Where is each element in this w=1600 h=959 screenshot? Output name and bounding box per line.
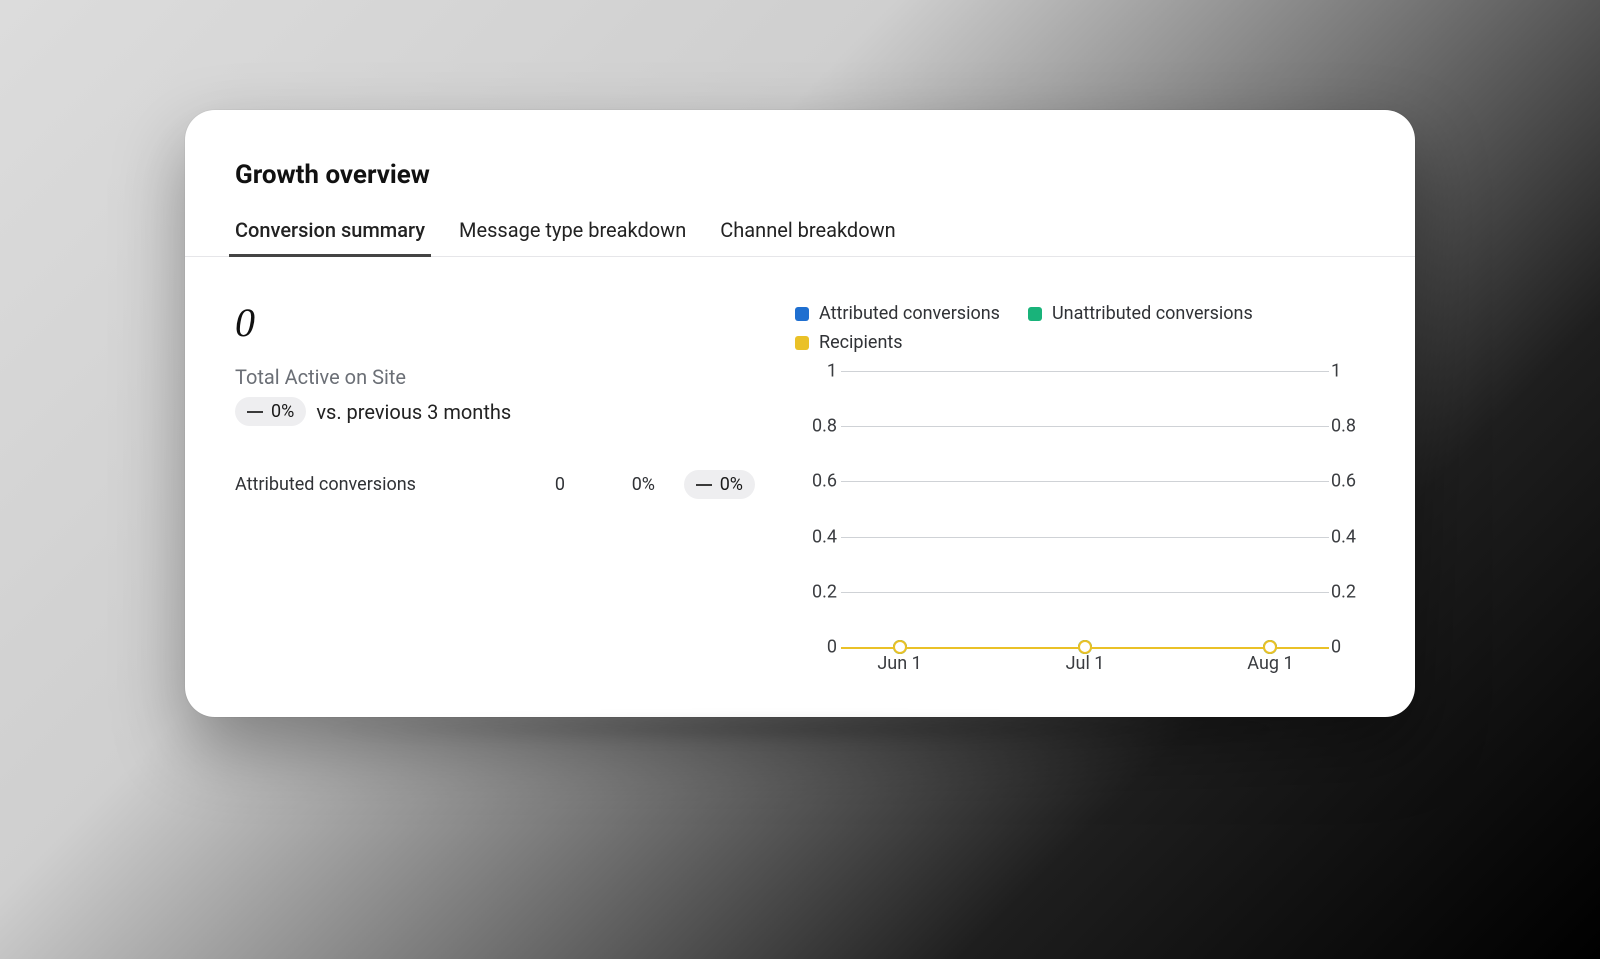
legend-swatch (795, 307, 809, 321)
neutral-dash-icon (247, 411, 263, 413)
y-tick-right: 0.4 (1331, 526, 1365, 547)
legend-label: Unattributed conversions (1052, 303, 1253, 324)
gridline (841, 426, 1329, 427)
tab-message-type-breakdown[interactable]: Message type breakdown (459, 210, 686, 256)
data-point (1263, 640, 1277, 654)
x-tick: Jun 1 (877, 653, 921, 674)
y-tick-left: 0.6 (803, 471, 837, 492)
tab-conversion-summary[interactable]: Conversion summary (235, 210, 425, 256)
gridline (841, 592, 1329, 593)
legend-item-recipients[interactable]: Recipients (795, 332, 903, 353)
gridline (841, 537, 1329, 538)
total-delta-pill: 0% (235, 397, 306, 426)
y-tick-right: 0.8 (1331, 416, 1365, 437)
y-tick-left: 0.8 (803, 416, 837, 437)
x-axis: Jun 1 Jul 1 Aug 1 (841, 653, 1329, 677)
metric-row-delta: 0% (720, 474, 743, 495)
plot-area (841, 371, 1329, 647)
y-tick-right: 1 (1331, 361, 1365, 382)
y-tick-right: 0.6 (1331, 471, 1365, 492)
y-tick-left: 0.4 (803, 526, 837, 547)
y-tick-left: 0 (803, 637, 837, 658)
legend-label: Attributed conversions (819, 303, 1000, 324)
page-title: Growth overview (235, 160, 1365, 190)
metric-row-value: 0 (485, 474, 565, 495)
metric-row-pct: 0% (565, 474, 655, 495)
tabs: Conversion summary Message type breakdow… (185, 210, 1415, 257)
content: 0 Total Active on Site 0% vs. previous 3… (235, 303, 1365, 687)
legend-label: Recipients (819, 332, 903, 353)
data-point (1078, 640, 1092, 654)
growth-overview-card: Growth overview Conversion summary Messa… (185, 110, 1415, 717)
y-tick-left: 0.2 (803, 581, 837, 602)
line-chart: Jun 1 Jul 1 Aug 1 0 0 0.2 0.2 0.4 0.4 0.6 0.6 0.8 0… (795, 367, 1365, 687)
data-point (893, 640, 907, 654)
total-delta-row: 0% vs. previous 3 months (235, 397, 755, 426)
chart-legend: Attributed conversions Unattributed conv… (795, 303, 1365, 353)
neutral-dash-icon (696, 484, 712, 486)
summary-panel: 0 Total Active on Site 0% vs. previous 3… (235, 303, 755, 687)
x-tick: Aug 1 (1247, 653, 1293, 674)
chart-panel: Attributed conversions Unattributed conv… (795, 303, 1365, 687)
total-label: Total Active on Site (235, 365, 755, 389)
metric-row-label: Attributed conversions (235, 474, 485, 495)
tab-channel-breakdown[interactable]: Channel breakdown (720, 210, 895, 256)
metric-row: Attributed conversions 0 0% 0% (235, 470, 755, 499)
legend-item-attributed[interactable]: Attributed conversions (795, 303, 1000, 324)
total-delta-value: 0% (271, 401, 294, 422)
compare-label: vs. previous 3 months (316, 400, 511, 424)
legend-swatch (795, 336, 809, 350)
gridline (841, 481, 1329, 482)
y-tick-right: 0.2 (1331, 581, 1365, 602)
metric-row-delta-pill: 0% (684, 470, 755, 499)
legend-swatch (1028, 307, 1042, 321)
total-value: 0 (235, 303, 755, 343)
y-tick-left: 1 (803, 361, 837, 382)
x-tick: Jul 1 (1066, 653, 1105, 674)
legend-item-unattributed[interactable]: Unattributed conversions (1028, 303, 1253, 324)
y-tick-right: 0 (1331, 637, 1365, 658)
gridline (841, 371, 1329, 372)
